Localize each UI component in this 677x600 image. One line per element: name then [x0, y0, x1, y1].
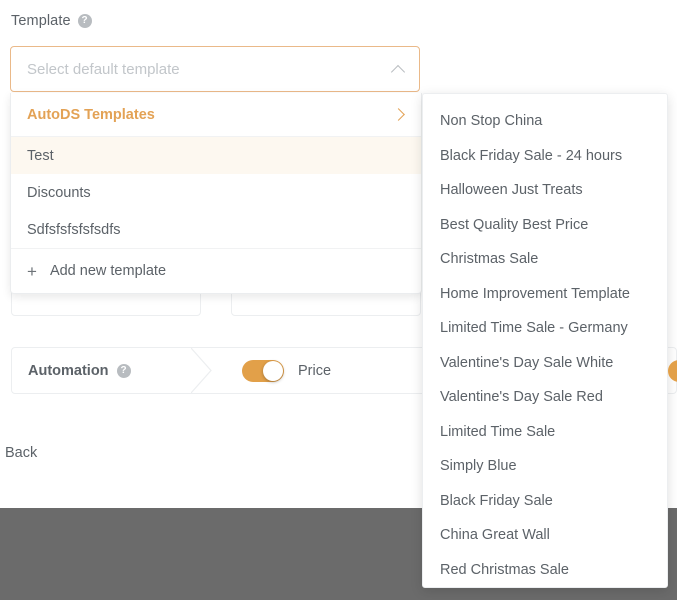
dropdown-group-label: AutoDS Templates: [27, 106, 155, 123]
submenu-item[interactable]: Christmas Sale: [423, 242, 667, 277]
dropdown-item-sdfsfsfsfsfsdfs[interactable]: Sdfsfsfsfsfsdfs: [11, 211, 421, 248]
submenu-item[interactable]: Home Improvement Template: [423, 277, 667, 312]
template-field-label: Template ?: [11, 13, 92, 29]
submenu-item-label: Christmas Sale: [440, 251, 539, 268]
segment-chevron-icon: [191, 348, 213, 393]
automation-segment[interactable]: Automation ?: [12, 348, 212, 393]
submenu-item-label: Non Stop China: [440, 113, 543, 130]
submenu-item[interactable]: Best Quality Best Price: [423, 208, 667, 243]
submenu-item-label: Black Friday Sale - 24 hours: [440, 147, 623, 164]
dropdown-group-autods-templates[interactable]: AutoDS Templates: [11, 93, 421, 137]
template-select-control[interactable]: Select default template: [10, 46, 420, 92]
submenu-item-label: Valentine's Day Sale White: [440, 354, 614, 371]
submenu-item[interactable]: Valentine's Day Sale Red: [423, 380, 667, 415]
submenu-item-label: Simply Blue: [440, 458, 517, 475]
chevron-up-icon[interactable]: [392, 63, 405, 76]
price-segment: Price: [242, 359, 332, 382]
chevron-right-icon[interactable]: [394, 109, 405, 120]
price-label: Price: [298, 362, 332, 379]
submenu-item[interactable]: Halloween Just Treats: [423, 173, 667, 208]
submenu-item-label: Limited Time Sale - Germany: [440, 320, 628, 337]
template-select-placeholder: Select default template: [27, 60, 180, 78]
submenu-item-label: Halloween Just Treats: [440, 182, 583, 199]
submenu-item-label: Home Improvement Template: [440, 285, 630, 302]
submenu-item[interactable]: Limited Time Sale - Germany: [423, 311, 667, 346]
submenu-item-label: Black Friday Sale: [440, 492, 553, 509]
submenu-item-label: Best Quality Best Price: [440, 216, 589, 233]
submenu-item[interactable]: Black Friday Sale - 24 hours: [423, 139, 667, 174]
dropdown-item-test[interactable]: Test: [11, 137, 421, 174]
add-new-template-button[interactable]: + Add new template: [11, 249, 421, 293]
template-label-text: Template: [11, 13, 71, 29]
dropdown-item-label: Discounts: [27, 184, 91, 201]
submenu-item[interactable]: Red Christmas Sale: [423, 553, 667, 588]
toggle-knob: [263, 360, 283, 381]
submenu-item-label: China Great Wall: [440, 527, 550, 544]
template-dropdown-panel: AutoDS Templates Test Discounts Sdfsfsfs…: [10, 93, 422, 294]
dropdown-footer: + Add new template: [11, 248, 421, 293]
price-toggle[interactable]: [242, 359, 284, 382]
submenu-item[interactable]: Valentine's Day Sale White: [423, 346, 667, 381]
submenu-item[interactable]: Limited Time Sale: [423, 415, 667, 450]
question-mark-circle-icon[interactable]: ?: [116, 363, 131, 378]
back-link[interactable]: Back: [5, 445, 37, 461]
submenu-item-label: Valentine's Day Sale Red: [440, 389, 603, 406]
submenu-item[interactable]: China Great Wall: [423, 518, 667, 553]
submenu-item-label: Red Christmas Sale: [440, 561, 569, 578]
add-new-template-label: Add new template: [49, 263, 167, 279]
automation-label: Automation: [28, 362, 109, 379]
submenu-item[interactable]: Simply Blue: [423, 449, 667, 484]
dropdown-item-label: Sdfsfsfsfsfsdfs: [27, 221, 121, 238]
question-mark-circle-icon[interactable]: ?: [77, 14, 92, 28]
submenu-item[interactable]: Non Stop China: [423, 104, 667, 139]
plus-icon: +: [27, 261, 37, 281]
dropdown-item-label: Test: [27, 147, 54, 164]
template-submenu-panel: Non Stop China Black Friday Sale - 24 ho…: [422, 93, 668, 588]
submenu-item-label: Limited Time Sale: [440, 423, 556, 440]
dropdown-item-discounts[interactable]: Discounts: [11, 174, 421, 211]
submenu-item[interactable]: Black Friday Sale: [423, 484, 667, 519]
